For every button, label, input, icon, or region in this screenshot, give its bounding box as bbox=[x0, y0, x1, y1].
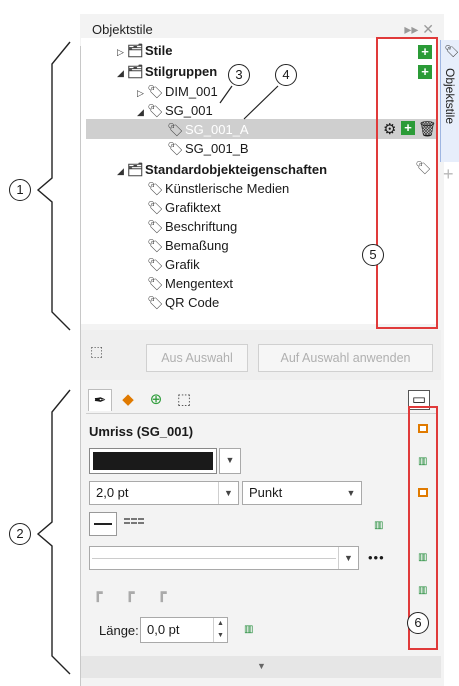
tree-item-dim-001[interactable]: ▷ 🏷DIM_001 bbox=[137, 82, 218, 101]
callout-4: 4 bbox=[275, 64, 297, 86]
callout-3: 3 bbox=[228, 64, 250, 86]
callout-1: 1 bbox=[9, 179, 31, 201]
apply-style-icon[interactable]: ⬚ bbox=[90, 343, 103, 360]
transparency-add-icon[interactable]: ⊕ bbox=[144, 389, 168, 411]
style-set-icon: 🏷 bbox=[147, 276, 164, 291]
length-spinner[interactable]: ▲ ▼ bbox=[213, 618, 227, 642]
docker-window-controls[interactable]: ▸▸ ✕ bbox=[404, 21, 434, 38]
style-set-icon: 🏷 bbox=[147, 295, 164, 310]
inherit-green-icon[interactable]: ▥ bbox=[374, 520, 383, 531]
dashed-line-icon[interactable] bbox=[124, 518, 144, 524]
style-set-icon: 🏷 bbox=[147, 238, 164, 253]
style-set-icon: 🏷 bbox=[167, 141, 184, 156]
corner-round-icon[interactable]: ┏ bbox=[125, 583, 135, 603]
add-docker-plus-icon[interactable]: + bbox=[443, 164, 454, 185]
style-set-icon: 🏷 bbox=[147, 103, 164, 118]
frame-icon[interactable]: ⬚ bbox=[172, 389, 196, 411]
expander-icon[interactable]: ◢ bbox=[117, 64, 127, 83]
object-styles-icon: 🏷 bbox=[444, 44, 459, 58]
tree-item-bemassung[interactable]: 🏷Bemaßung bbox=[147, 236, 229, 255]
styles-folder-icon: 🗂 bbox=[127, 43, 144, 58]
tree-item-sg-001[interactable]: ◢ 🏷SG_001 bbox=[137, 101, 213, 120]
callout-5: 5 bbox=[362, 244, 384, 266]
style-set-icon: 🏷 bbox=[147, 257, 164, 272]
style-groups-icon: 🗂 bbox=[127, 64, 144, 79]
tree-item-grafik[interactable]: 🏷Grafik bbox=[147, 255, 200, 274]
default-properties-icon: 🗂 bbox=[127, 162, 144, 177]
chevron-down-icon[interactable]: ▼ bbox=[338, 547, 358, 569]
length-input[interactable]: 0,0 pt ▲ ▼ bbox=[140, 617, 228, 643]
outline-pen-icon[interactable]: ✒ bbox=[88, 389, 112, 411]
style-set-icon: 🏷 bbox=[147, 181, 164, 196]
style-set-icon: 🏷 bbox=[167, 122, 184, 137]
inherit-green-icon[interactable]: ▥ bbox=[244, 624, 253, 635]
tree-item-mengentext[interactable]: 🏷Mengentext bbox=[147, 274, 233, 293]
property-tabs: ✒ ◆ ⊕ ⬚ ▭ bbox=[86, 386, 436, 414]
corner-bevel-icon[interactable]: ┏ bbox=[157, 583, 167, 603]
fill-bucket-icon[interactable]: ◆ bbox=[116, 389, 140, 411]
tree-item-sg-001-b[interactable]: 🏷SG_001_B bbox=[167, 139, 249, 158]
corner-miter-icon[interactable]: ┏ bbox=[93, 583, 103, 603]
length-label: Länge: bbox=[99, 623, 139, 638]
expander-icon[interactable]: ◢ bbox=[137, 103, 147, 122]
more-options-button[interactable]: ••• bbox=[368, 550, 385, 565]
tree-item-stile[interactable]: ▷ 🗂Stile bbox=[117, 41, 172, 60]
side-tab-objektstile[interactable]: 🏷 Objektstile bbox=[440, 40, 459, 162]
style-set-icon: 🏷 bbox=[147, 84, 164, 99]
chevron-down-icon[interactable]: ▼ bbox=[257, 661, 266, 671]
collapse-strip[interactable]: ▼ bbox=[81, 656, 441, 678]
color-swatch bbox=[93, 452, 213, 470]
arrowhead-select[interactable]: ▼ bbox=[89, 546, 359, 570]
tree-item-standardobjekteigenschaften[interactable]: ◢ 🗂Standardobjekteigenschaften bbox=[117, 160, 327, 179]
callout-2: 2 bbox=[9, 523, 31, 545]
style-set-icon: 🏷 bbox=[147, 219, 164, 234]
outline-color-picker[interactable] bbox=[89, 448, 217, 474]
expander-icon[interactable]: ◢ bbox=[117, 162, 127, 181]
expander-icon[interactable]: ▷ bbox=[117, 43, 127, 62]
highlight-box-5 bbox=[376, 37, 438, 329]
chevron-down-icon[interactable]: ▼ bbox=[341, 482, 361, 504]
tree-item-sg-001-a[interactable]: 🏷SG_001_A bbox=[167, 120, 249, 139]
tree-item-qr-code[interactable]: 🏷QR Code bbox=[147, 293, 219, 312]
chevron-down-icon[interactable]: ▼ bbox=[218, 482, 238, 504]
from-selection-button[interactable]: Aus Auswahl bbox=[146, 344, 248, 372]
unit-select[interactable]: Punkt ▼ bbox=[242, 481, 362, 505]
side-tab-label: Objektstile bbox=[443, 68, 457, 125]
apply-to-selection-button[interactable]: Auf Auswahl anwenden bbox=[258, 344, 433, 372]
docker-title: Objektstile bbox=[92, 22, 153, 37]
line-style-button[interactable] bbox=[89, 512, 117, 536]
callout-6: 6 bbox=[407, 612, 429, 634]
tree-item-stilgruppen[interactable]: ◢ 🗂Stilgruppen bbox=[117, 62, 217, 81]
outline-width-select[interactable]: 2,0 pt ▼ bbox=[89, 481, 239, 505]
color-dropdown-button[interactable]: ▼ bbox=[219, 448, 241, 474]
tree-item-kuenstlerische-medien[interactable]: 🏷Künstlerische Medien bbox=[147, 179, 289, 198]
style-set-icon: 🏷 bbox=[147, 200, 164, 215]
properties-title: Umriss (SG_001) bbox=[89, 424, 194, 439]
tree-item-grafiktext[interactable]: 🏷Grafiktext bbox=[147, 198, 221, 217]
tree-item-beschriftung[interactable]: 🏷Beschriftung bbox=[147, 217, 237, 236]
